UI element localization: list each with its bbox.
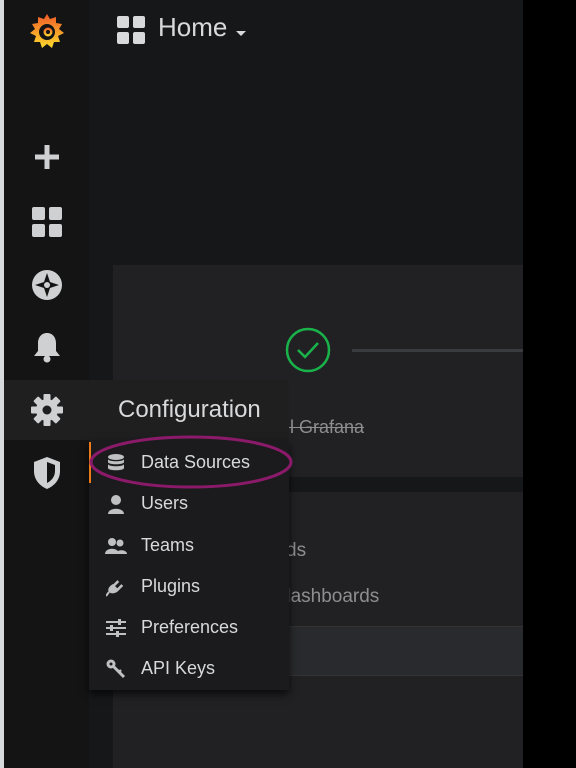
grafana-logo-icon <box>29 14 64 48</box>
menu-item-api-keys[interactable]: API Keys <box>89 648 289 689</box>
step-connector <box>352 349 523 352</box>
sidebar-item-dashboards[interactable] <box>4 194 89 250</box>
caret-down-icon[interactable] <box>236 31 246 36</box>
sidebar-item-create[interactable] <box>4 129 89 185</box>
config-menu: Data Sources Users Teams Plugins Prefere… <box>89 440 289 690</box>
menu-item-data-sources[interactable]: Data Sources <box>89 442 291 483</box>
dashboard-grid-icon <box>117 16 145 49</box>
user-icon <box>105 493 127 515</box>
menu-item-label: Teams <box>141 535 195 555</box>
compass-icon <box>31 270 62 300</box>
sliders-icon <box>105 617 127 639</box>
menu-item-label: API Keys <box>141 658 216 678</box>
sidebar-item-server-admin[interactable] <box>4 445 89 501</box>
plus-icon <box>34 145 59 169</box>
gear-icon <box>31 394 63 426</box>
sidebar-item-alerting[interactable] <box>4 319 89 375</box>
menu-item-label: Data Sources <box>141 452 251 472</box>
dashboard-grid-icon <box>31 207 62 237</box>
config-menu-title: Configuration <box>118 396 261 423</box>
sidebar-item-explore[interactable] <box>4 257 89 313</box>
menu-item-plugins[interactable]: Plugins <box>89 566 289 607</box>
menu-item-teams[interactable]: Teams <box>89 525 289 566</box>
shield-icon <box>33 457 60 489</box>
plug-icon <box>105 576 127 598</box>
menu-item-label: Preferences <box>141 617 239 637</box>
dashboard-title[interactable]: Home <box>158 12 227 43</box>
dashboards-row-text-1: ds <box>286 540 307 561</box>
config-menu-header[interactable]: Configuration <box>89 380 289 440</box>
grafana-logo[interactable] <box>4 3 89 59</box>
dashboards-row-text-2: dashboards <box>280 586 380 607</box>
database-icon <box>105 452 127 474</box>
check-circle-icon <box>285 327 331 373</box>
right-blank-area <box>523 0 576 768</box>
bell-icon <box>33 333 60 363</box>
menu-item-users[interactable]: Users <box>89 483 289 524</box>
sidebar-item-configuration[interactable] <box>4 380 90 440</box>
menu-item-preferences[interactable]: Preferences <box>89 607 289 648</box>
menu-item-label: Users <box>141 493 189 513</box>
key-icon <box>105 658 127 680</box>
install-step-label: ll Grafana <box>286 417 365 437</box>
team-icon <box>105 535 127 557</box>
menu-item-label: Plugins <box>141 576 201 596</box>
